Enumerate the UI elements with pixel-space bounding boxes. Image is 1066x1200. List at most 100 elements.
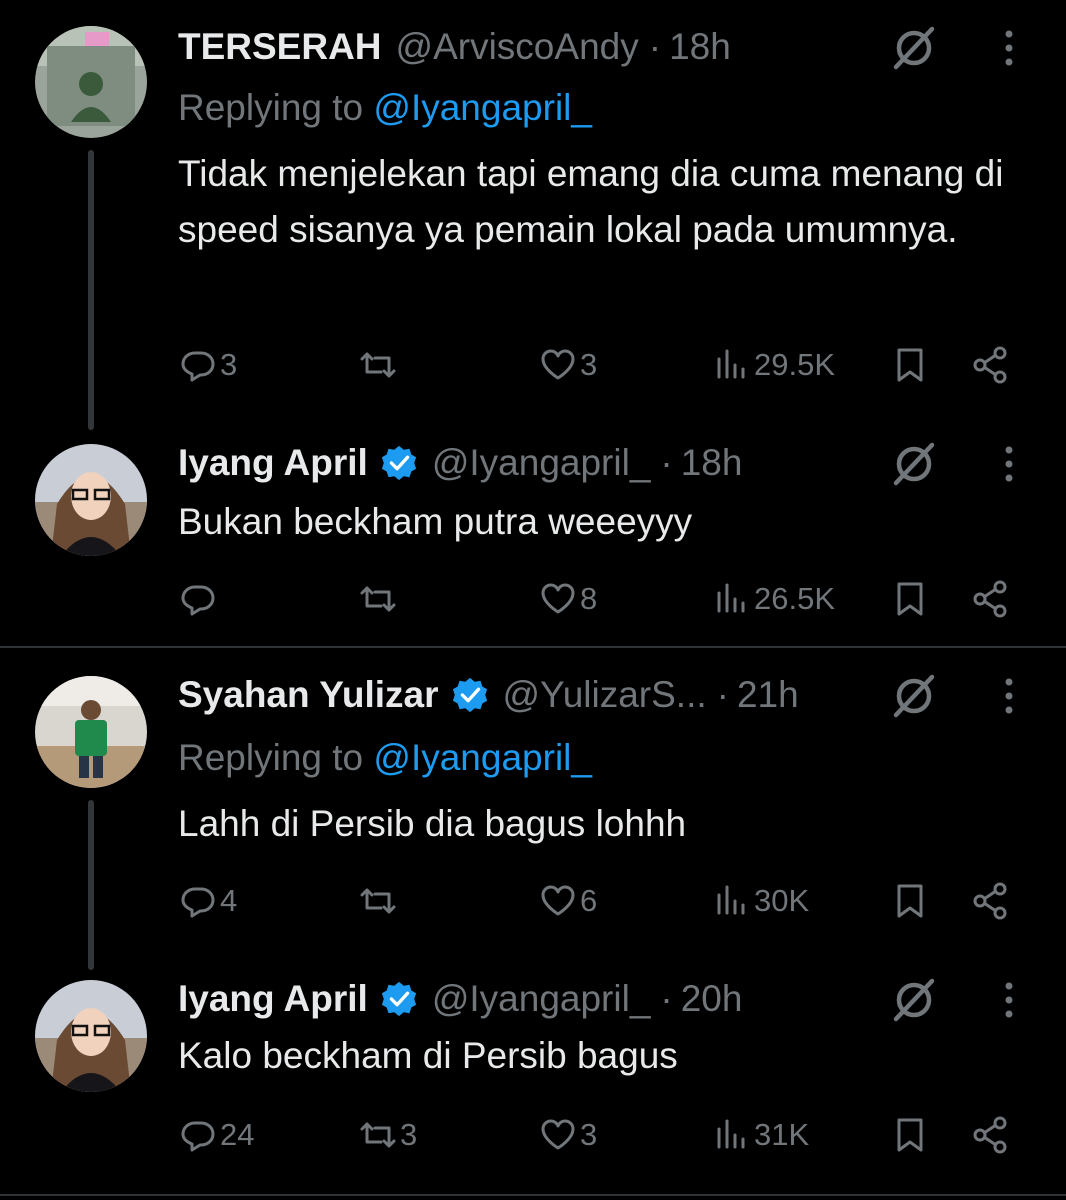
verified-badge-icon	[381, 981, 416, 1017]
bookmark-icon	[897, 884, 923, 918]
share-button[interactable]	[970, 574, 1010, 624]
replying-to-label: Replying to	[178, 87, 374, 128]
display-name[interactable]: Iyang April	[178, 978, 368, 1020]
separator: ·	[660, 442, 673, 483]
like-button[interactable]: 3	[538, 1110, 597, 1160]
bookmark-button[interactable]	[890, 1110, 930, 1160]
grok-icon[interactable]	[888, 670, 940, 722]
reply-count: 24	[220, 1117, 255, 1152]
tweet[interactable]: Iyang April @Iyangapril_ · 20h Kalo beck…	[0, 966, 1066, 1186]
action-bar: 4 6 30K	[0, 876, 1066, 926]
like-count: 3	[580, 1117, 598, 1152]
heart-icon	[541, 583, 575, 614]
views-button[interactable]: 26.5K	[712, 574, 835, 624]
more-options-icon[interactable]	[994, 22, 1024, 74]
bookmark-button[interactable]	[890, 340, 930, 390]
views-button[interactable]: 31K	[712, 1110, 809, 1160]
reply-icon	[181, 1121, 215, 1152]
grok-icon[interactable]	[888, 974, 940, 1026]
mention-link[interactable]: @Iyangapril_	[373, 737, 592, 778]
timestamp[interactable]: 18h	[669, 26, 731, 68]
timestamp[interactable]: 18h	[681, 442, 743, 484]
views-button[interactable]: 29.5K	[712, 340, 835, 390]
tweet-header: Iyang April @Iyangapril_ · 20h	[178, 974, 742, 1024]
bookmark-icon	[897, 348, 923, 382]
verified-badge-icon	[381, 445, 416, 481]
mention-link[interactable]: @Iyangapril_	[373, 87, 592, 128]
tweet-text: Lahh di Persib dia bagus lohhh	[178, 803, 687, 844]
view-count: 31K	[754, 1117, 810, 1152]
user-handle[interactable]: @Iyangapril_	[432, 442, 651, 484]
more-options-icon[interactable]	[994, 438, 1024, 490]
grok-icon[interactable]	[888, 22, 940, 74]
heart-icon	[541, 1119, 575, 1150]
share-button[interactable]	[970, 1110, 1010, 1160]
display-name[interactable]: Iyang April	[178, 442, 368, 484]
bookmark-icon	[897, 1118, 923, 1152]
user-handle[interactable]: @Iyangapril_	[432, 978, 651, 1020]
like-button[interactable]: 6	[538, 876, 597, 926]
tweet-header: Syahan Yulizar @YulizarS... · 21h	[178, 670, 799, 720]
analytics-icon	[717, 885, 745, 915]
tweet[interactable]: TERSERAH @ArviscoAndy · 18h Replying to …	[0, 0, 1066, 430]
analytics-icon	[717, 583, 745, 613]
timestamp[interactable]: 20h	[681, 978, 743, 1020]
retweet-icon	[360, 888, 396, 914]
like-count: 8	[580, 581, 598, 616]
like-count: 3	[580, 347, 598, 382]
retweet-button[interactable]	[358, 876, 400, 926]
reply-button[interactable]: 4	[178, 876, 237, 926]
replying-to: Replying to @Iyangapril_	[178, 87, 592, 129]
verified-badge-icon	[452, 677, 487, 713]
retweet-icon	[360, 352, 396, 378]
retweet-icon	[360, 1122, 396, 1148]
more-options-icon[interactable]	[994, 670, 1024, 722]
views-button[interactable]: 30K	[712, 876, 809, 926]
bookmark-button[interactable]	[890, 876, 930, 926]
retweet-button[interactable]	[358, 340, 400, 390]
reply-button[interactable]	[178, 574, 220, 624]
more-options-icon[interactable]	[994, 974, 1024, 1026]
avatar[interactable]	[35, 980, 147, 1092]
grok-icon[interactable]	[888, 438, 940, 490]
separator: ·	[716, 674, 729, 715]
share-icon	[973, 346, 1007, 384]
reply-icon	[181, 887, 215, 918]
view-count: 30K	[754, 883, 810, 918]
retweet-icon	[360, 586, 396, 612]
display-name[interactable]: Syahan Yulizar	[178, 674, 439, 716]
view-count: 26.5K	[754, 581, 836, 616]
tweet[interactable]: Iyang April @Iyangapril_ · 18h Bukan bec…	[0, 430, 1066, 646]
avatar[interactable]	[35, 676, 147, 788]
bookmark-icon	[897, 582, 923, 616]
user-handle[interactable]: @YulizarS...	[503, 674, 707, 716]
retweet-button[interactable]: 3	[358, 1110, 417, 1160]
separator: ·	[660, 978, 673, 1019]
share-button[interactable]	[970, 876, 1010, 926]
analytics-icon	[717, 1119, 745, 1149]
reply-count: 3	[220, 347, 238, 382]
tweet[interactable]: Syahan Yulizar @YulizarS... · 21h Replyi…	[0, 648, 1066, 966]
avatar[interactable]	[35, 444, 147, 556]
bookmark-button[interactable]	[890, 574, 930, 624]
avatar[interactable]	[35, 26, 147, 138]
display-name[interactable]: TERSERAH	[178, 26, 382, 68]
tweet-text: Kalo beckham di Persib bagus	[178, 1035, 678, 1076]
replying-to-label: Replying to	[178, 737, 374, 778]
reply-count: 4	[220, 883, 238, 918]
share-icon	[973, 882, 1007, 920]
action-bar: 24 3 3 31K	[0, 1110, 1066, 1160]
reply-button[interactable]: 3	[178, 340, 237, 390]
separator: ·	[648, 26, 662, 67]
user-handle[interactable]: @ArviscoAndy	[396, 26, 639, 68]
retweet-count: 3	[400, 1117, 418, 1152]
tweet-header: Iyang April @Iyangapril_ · 18h	[178, 438, 742, 488]
retweet-button[interactable]	[358, 574, 400, 624]
action-bar: 3 3 29.5K	[0, 340, 1066, 390]
share-button[interactable]	[970, 340, 1010, 390]
share-icon	[973, 1116, 1007, 1154]
like-button[interactable]: 3	[538, 340, 597, 390]
timestamp[interactable]: 21h	[737, 674, 799, 716]
like-button[interactable]: 8	[538, 574, 597, 624]
reply-button[interactable]: 24	[178, 1110, 254, 1160]
